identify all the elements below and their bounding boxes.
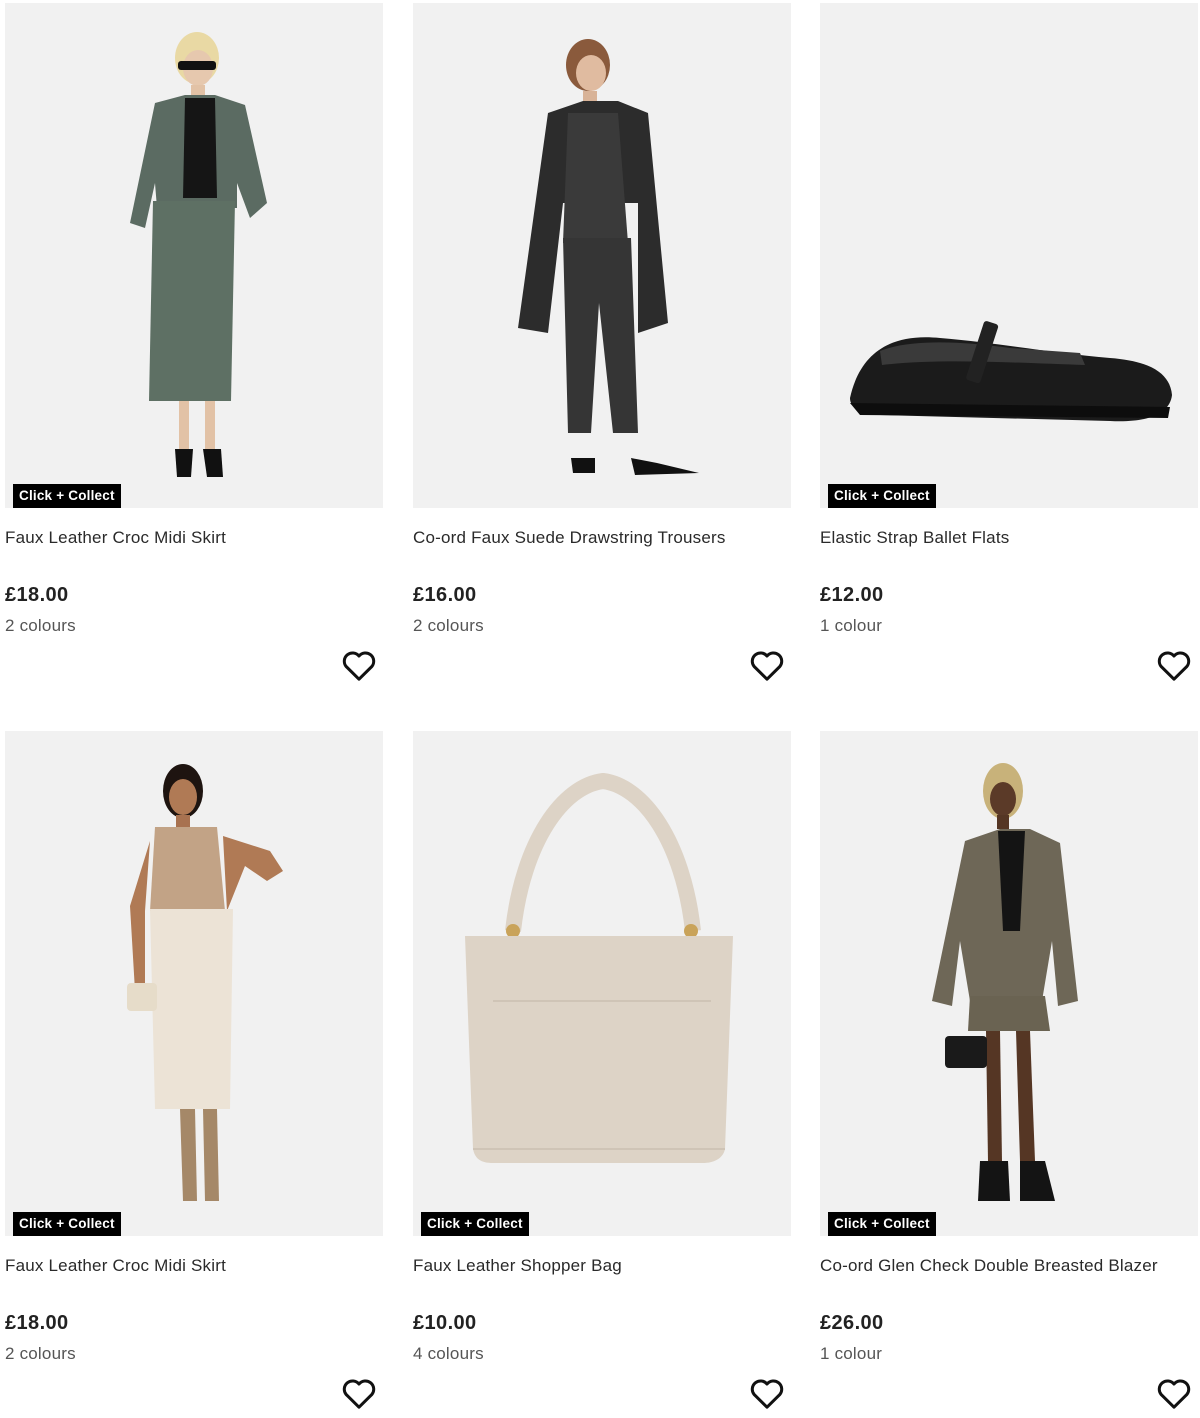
product-card[interactable]: Click + Collect Co-ord Glen Check Double… <box>820 731 1198 1409</box>
product-image[interactable]: Click + Collect <box>5 731 383 1236</box>
wishlist-button[interactable] <box>1154 1373 1194 1413</box>
product-name[interactable]: Faux Leather Shopper Bag <box>413 1256 622 1276</box>
product-price: £16.00 <box>413 584 477 606</box>
product-colour-count: 1 colour <box>820 1344 883 1363</box>
product-image[interactable]: Click + Collect <box>820 731 1198 1236</box>
wishlist-button[interactable] <box>339 645 379 685</box>
heart-outline-icon <box>750 651 784 681</box>
product-photo-trousers-outfit <box>413 3 791 508</box>
product-name[interactable]: Co-ord Faux Suede Drawstring Trousers <box>413 528 726 548</box>
product-image[interactable]: Click + Collect <box>413 731 791 1236</box>
product-colour-count: 4 colours <box>413 1344 484 1363</box>
click-collect-badge: Click + Collect <box>828 484 936 508</box>
product-photo-shopper-bag <box>413 731 791 1236</box>
product-image[interactable]: Click + Collect <box>820 3 1198 508</box>
heart-outline-icon <box>1157 1379 1191 1409</box>
product-card[interactable]: Click + Collect Faux Leather Croc Midi S… <box>5 3 383 681</box>
wishlist-button[interactable] <box>747 645 787 685</box>
product-price: £10.00 <box>413 1312 477 1334</box>
product-price: £26.00 <box>820 1312 884 1334</box>
click-collect-badge: Click + Collect <box>13 484 121 508</box>
heart-outline-icon <box>342 1379 376 1409</box>
product-colour-count: 1 colour <box>820 616 883 635</box>
product-name[interactable]: Co-ord Glen Check Double Breasted Blazer <box>820 1256 1158 1276</box>
wishlist-button[interactable] <box>747 1373 787 1413</box>
wishlist-button[interactable] <box>1154 645 1194 685</box>
click-collect-badge: Click + Collect <box>421 1212 529 1236</box>
product-colour-count: 2 colours <box>5 1344 76 1363</box>
product-card[interactable]: Click + Collect Faux Leather Croc Midi S… <box>5 731 383 1409</box>
click-collect-badge: Click + Collect <box>828 1212 936 1236</box>
product-photo-blazer-outfit <box>820 731 1198 1236</box>
product-colour-count: 2 colours <box>5 616 76 635</box>
product-image[interactable] <box>413 3 791 508</box>
click-collect-badge: Click + Collect <box>13 1212 121 1236</box>
product-name[interactable]: Faux Leather Croc Midi Skirt <box>5 528 226 548</box>
product-photo-ballet-flats <box>820 3 1198 508</box>
heart-outline-icon <box>750 1379 784 1409</box>
product-image[interactable]: Click + Collect <box>5 3 383 508</box>
product-photo-skirt-outfit <box>5 3 383 508</box>
product-grid: Click + Collect Faux Leather Croc Midi S… <box>0 0 1200 1409</box>
heart-outline-icon <box>1157 651 1191 681</box>
product-price: £12.00 <box>820 584 884 606</box>
product-name[interactable]: Elastic Strap Ballet Flats <box>820 528 1009 548</box>
product-name[interactable]: Faux Leather Croc Midi Skirt <box>5 1256 226 1276</box>
product-price: £18.00 <box>5 584 69 606</box>
product-card[interactable]: Co-ord Faux Suede Drawstring Trousers £1… <box>413 3 791 681</box>
product-price: £18.00 <box>5 1312 69 1334</box>
wishlist-button[interactable] <box>339 1373 379 1413</box>
product-colour-count: 2 colours <box>413 616 484 635</box>
product-card[interactable]: Click + Collect Faux Leather Shopper Bag… <box>413 731 791 1409</box>
heart-outline-icon <box>342 651 376 681</box>
product-photo-cream-skirt-outfit <box>5 731 383 1236</box>
product-card[interactable]: Click + Collect Elastic Strap Ballet Fla… <box>820 3 1198 681</box>
